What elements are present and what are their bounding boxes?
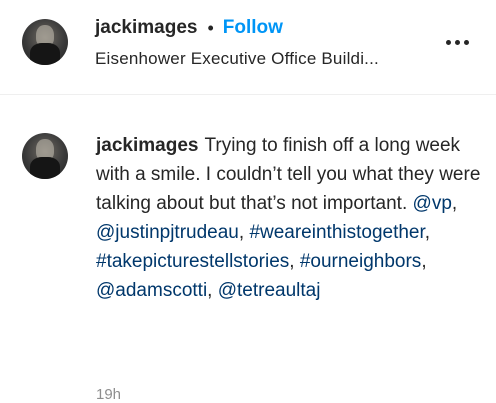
more-dot xyxy=(445,39,451,45)
mention-link[interactable]: @tetreaultaj xyxy=(218,280,321,301)
separator-dot: • xyxy=(207,17,214,38)
caption-text: jackimages Trying to finish off a long we… xyxy=(96,131,481,305)
avatar[interactable] xyxy=(22,19,68,65)
caption-username-link[interactable]: jackimages xyxy=(96,135,198,156)
mention-link[interactable]: @justinpjtrudeau xyxy=(96,222,239,243)
hashtag-link[interactable]: #takepicturestellstories xyxy=(96,251,289,272)
mention-link[interactable]: @vp xyxy=(413,193,452,214)
comma: , xyxy=(289,251,295,272)
location-link[interactable]: Eisenhower Executive Office Buildi... xyxy=(95,49,425,69)
comma: , xyxy=(207,280,213,301)
username-link[interactable]: jackimages xyxy=(95,17,197,39)
more-options-icon[interactable] xyxy=(440,30,474,54)
comma: , xyxy=(424,222,431,243)
comma: , xyxy=(238,222,245,243)
timestamp[interactable]: 19h xyxy=(96,386,121,403)
post-header: jackimages • Follow Eisenhower Executive… xyxy=(0,0,496,95)
avatar[interactable] xyxy=(22,133,68,179)
comma: , xyxy=(421,251,427,272)
hashtag-link[interactable]: #ourneighbors xyxy=(300,251,421,272)
mention-link[interactable]: @adamscotti xyxy=(96,280,207,301)
follow-button[interactable]: Follow xyxy=(223,17,283,39)
hashtag-link[interactable]: #weareinthistogether xyxy=(249,222,424,243)
more-dot xyxy=(454,39,460,45)
header-title-row: jackimages • Follow xyxy=(95,15,283,41)
comma: , xyxy=(451,193,458,214)
more-dot xyxy=(463,39,469,45)
